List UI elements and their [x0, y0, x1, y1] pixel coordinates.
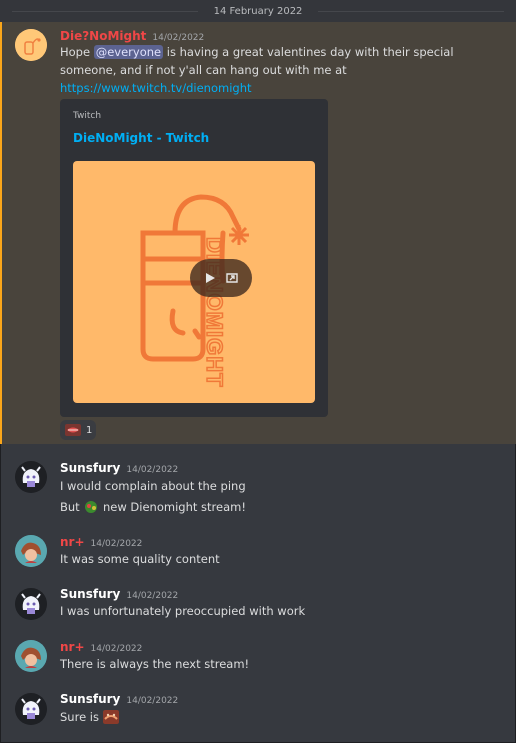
message-4-header: Sunsfury 14/02/2022 [60, 587, 178, 601]
message-3-header: nr+ 14/02/2022 [60, 535, 142, 549]
custom-emoji-icon[interactable] [102, 710, 119, 724]
link-embed: Twitch DieNoMight - Twitch DIENOMIGHT [60, 99, 328, 417]
avatar-sunsfury[interactable] [15, 693, 47, 725]
message-1-header: Die?NoMight 14/02/2022 [60, 29, 204, 43]
anime-avatar-icon [15, 535, 47, 567]
timestamp: 14/02/2022 [90, 539, 143, 549]
message-2-text-line2: But new Dienomight stream! [60, 498, 246, 516]
author-name[interactable]: Sunsfury [60, 692, 120, 706]
reaction-count: 1 [86, 424, 93, 436]
avatar-nr[interactable] [15, 535, 47, 567]
text-fragment: Hope [60, 45, 94, 59]
author-name[interactable]: nr+ [60, 535, 85, 549]
date-divider-label: 14 February 2022 [213, 5, 303, 17]
avatar-dienomight[interactable] [15, 29, 47, 61]
message-6-text: Sure is [60, 708, 119, 726]
message-2-header: Sunsfury 14/02/2022 [60, 461, 178, 475]
timestamp: 14/02/2022 [90, 644, 143, 654]
play-icon[interactable] [203, 271, 217, 285]
twitch-link[interactable]: https://www.twitch.tv/dienomight [60, 79, 500, 97]
author-name[interactable]: Die?NoMight [60, 29, 146, 43]
text-line: someone, and if not y'all can hang out w… [60, 63, 347, 77]
character-avatar-icon [15, 588, 47, 620]
avatar-nr[interactable] [15, 640, 47, 672]
author-name[interactable]: Sunsfury [60, 461, 120, 475]
date-divider: 14 February 2022 [0, 0, 516, 22]
avatar-sunsfury[interactable] [15, 461, 47, 493]
video-play-overlay[interactable] [190, 259, 252, 297]
message-2-text: I would complain about the ping [60, 479, 246, 493]
message-3-text: It was some quality content [60, 552, 220, 566]
lips-emoji-icon [65, 424, 81, 436]
embed-provider: Twitch [73, 111, 102, 121]
timestamp: 14/02/2022 [126, 696, 179, 706]
open-external-icon[interactable] [225, 271, 239, 285]
message-5-text: There is always the next stream! [60, 657, 250, 671]
text-fragment: But [60, 500, 84, 514]
anime-avatar-icon [15, 640, 47, 672]
text-fragment: is having a great valentines day with th… [163, 45, 454, 59]
character-avatar-icon [15, 693, 47, 725]
timestamp: 14/02/2022 [152, 33, 205, 43]
text-fragment: new Dienomight stream! [99, 500, 246, 514]
timestamp: 14/02/2022 [126, 591, 179, 601]
custom-emoji-icon[interactable] [83, 500, 99, 514]
author-name[interactable]: nr+ [60, 640, 85, 654]
character-avatar-icon [15, 461, 47, 493]
embed-title-link[interactable]: DieNoMight - Twitch [73, 131, 209, 145]
avatar-sunsfury[interactable] [15, 588, 47, 620]
dynamite-avatar-icon [15, 29, 47, 61]
mention-everyone[interactable]: @everyone [93, 45, 164, 59]
message-5-header: nr+ 14/02/2022 [60, 640, 142, 654]
message-1-text: Hope @everyone is having a great valenti… [60, 43, 500, 97]
timestamp: 14/02/2022 [126, 465, 179, 475]
message-6-header: Sunsfury 14/02/2022 [60, 692, 178, 706]
reaction-button[interactable]: 1 [60, 420, 96, 440]
embed-video-thumbnail[interactable]: DIENOMIGHT [73, 161, 315, 403]
author-name[interactable]: Sunsfury [60, 587, 120, 601]
message-4-text: I was unfortunately preoccupied with wor… [60, 604, 306, 618]
text-fragment: Sure is [60, 710, 103, 724]
